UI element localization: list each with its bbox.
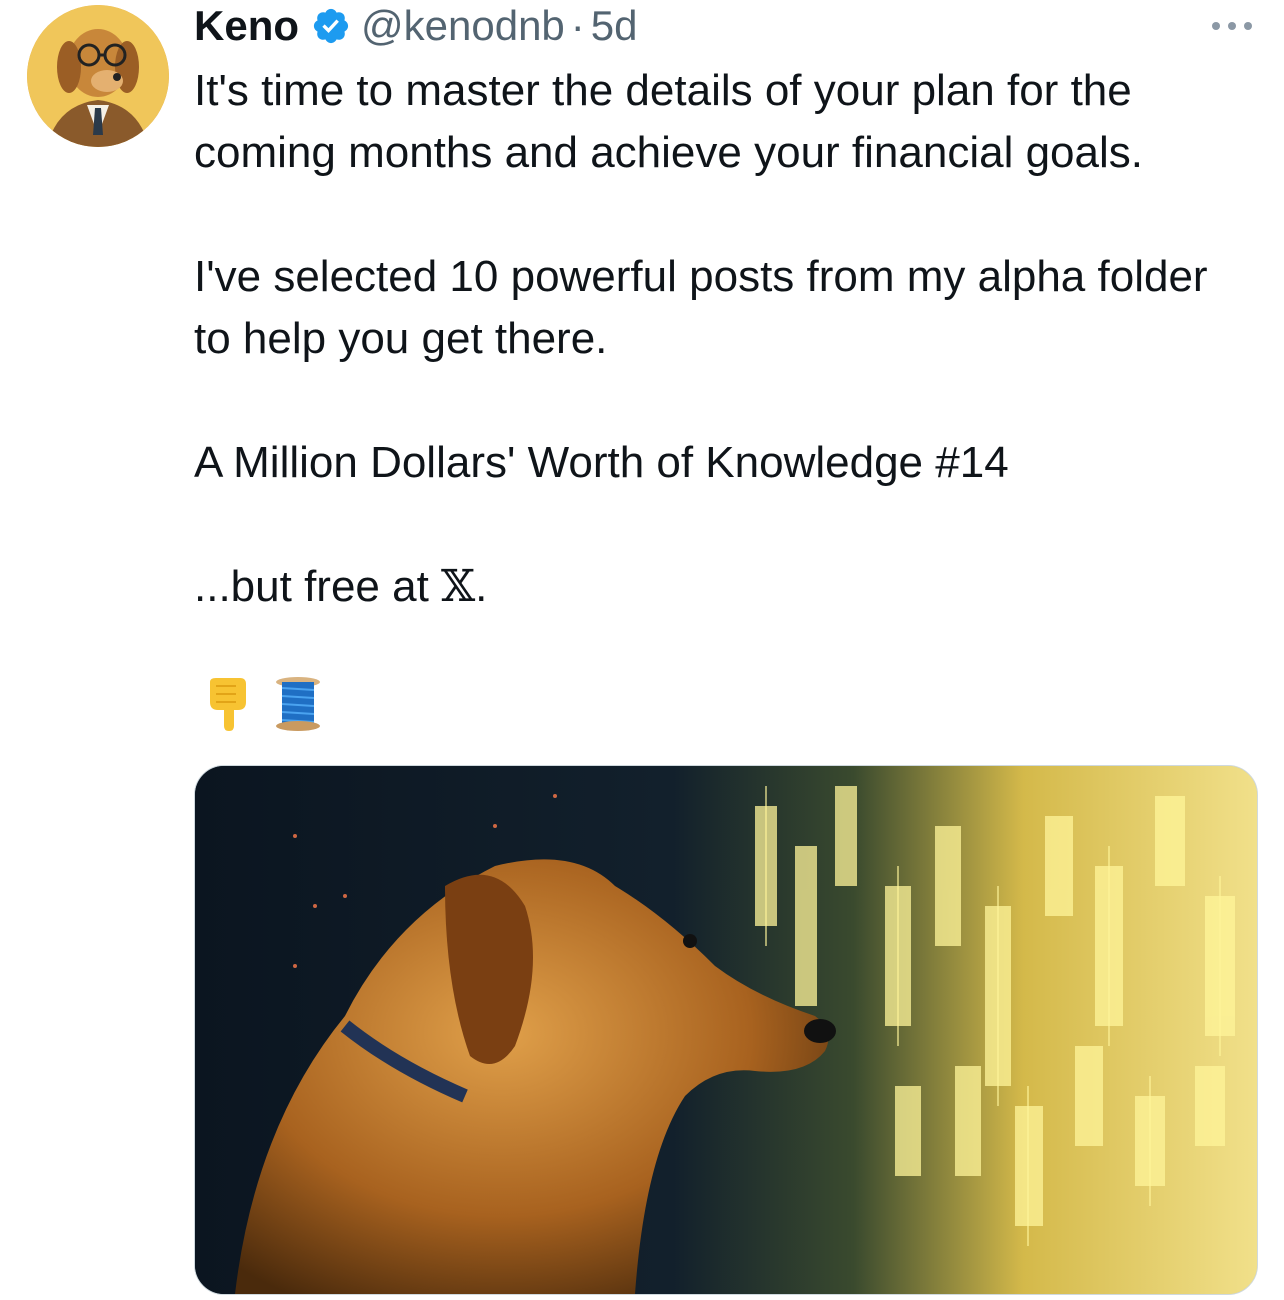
dog-in-suit-avatar-icon bbox=[27, 5, 169, 147]
tweet-timestamp[interactable]: 5d bbox=[591, 2, 638, 50]
tweet-text-line: It's time to master the details of your … bbox=[194, 66, 1143, 177]
x-logo-glyph: 𝕏 bbox=[441, 561, 476, 612]
tweet-text-span: ...but free at bbox=[194, 562, 442, 611]
tweet-text-line: ...but free at 𝕏. bbox=[194, 556, 1254, 618]
tweet-media-image[interactable] bbox=[194, 765, 1258, 1295]
tweet-text-line: A Million Dollars' Worth of Knowledge #1… bbox=[194, 438, 1009, 487]
tweet-text-span: . bbox=[475, 562, 488, 611]
tweet-text-line: I've selected 10 powerful posts from my … bbox=[194, 252, 1208, 363]
author-avatar[interactable] bbox=[27, 5, 169, 147]
emoji-row bbox=[206, 676, 322, 732]
pointing-down-emoji-icon bbox=[210, 678, 246, 731]
golden-retriever-trading-chart-image-icon bbox=[195, 766, 1257, 1294]
more-options-icon[interactable] bbox=[1212, 22, 1252, 32]
thread-spool-emoji-icon bbox=[276, 677, 320, 731]
author-display-name[interactable]: Keno bbox=[194, 2, 299, 50]
tweet-text: It's time to master the details of your … bbox=[194, 60, 1254, 618]
tweet-header: Keno @kenodnb · 5d bbox=[194, 0, 638, 52]
separator-dot: · bbox=[570, 2, 585, 49]
verified-badge-icon[interactable] bbox=[311, 6, 351, 46]
author-handle[interactable]: @kenodnb bbox=[361, 2, 565, 50]
